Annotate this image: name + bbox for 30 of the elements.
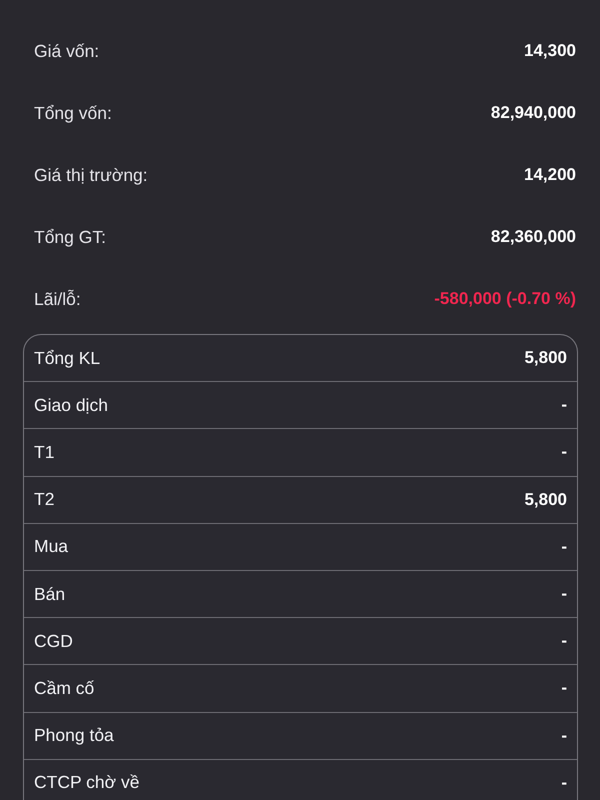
summary-label: Tổng GT: [34, 226, 106, 248]
row-label: CGD [34, 630, 73, 652]
summary-label: Giá vốn: [34, 40, 100, 62]
summary-label: Giá thị trường: [34, 164, 148, 186]
row-label: CTCP chờ về [34, 772, 140, 794]
row-label: Mua [34, 536, 68, 558]
row-value: - [561, 442, 567, 462]
row-label: T1 [34, 442, 54, 463]
row-label: Phong tỏa [34, 725, 114, 746]
summary-value: 82,940,000 [490, 103, 576, 123]
row-value: - [561, 726, 567, 746]
row-value: - [561, 631, 567, 652]
row-label: Cầm cố [34, 678, 94, 699]
row-label: Giao dịch [34, 394, 108, 416]
row-label: Bán [34, 584, 66, 605]
row-value: - [561, 584, 567, 604]
row-value: 5,800 [524, 348, 567, 368]
summary-value: 82,360,000 [490, 227, 576, 247]
row-value: - [561, 395, 567, 416]
summary-label: Lãi/lỗ: [34, 288, 81, 310]
summary-value: -580,000 (-0.70 %) [434, 289, 576, 309]
row-value: - [561, 678, 567, 698]
summary-value: 14,200 [524, 165, 576, 185]
row-value: - [561, 772, 567, 793]
row-value: - [561, 536, 567, 557]
row-label: Tổng KL [34, 348, 100, 369]
summary-label: Tổng vốn: [34, 102, 112, 124]
summary-value: 14,300 [524, 41, 576, 61]
row-label: T2 [34, 489, 54, 510]
row-value: 5,800 [524, 490, 567, 510]
